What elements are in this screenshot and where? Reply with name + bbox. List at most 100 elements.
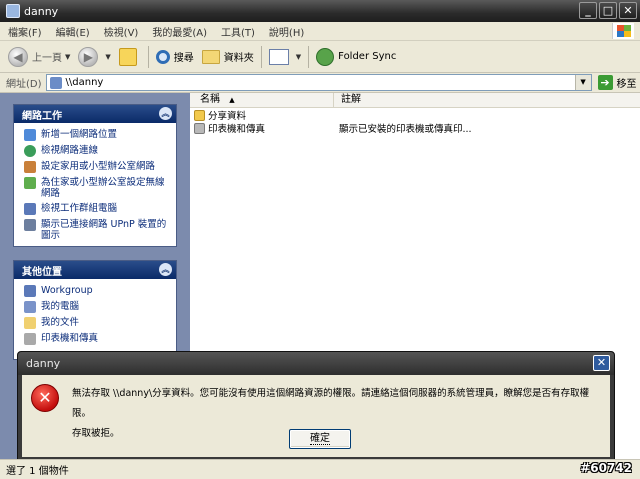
views-icon <box>268 48 289 65</box>
network-tasks-list: 新增一個網路位置 檢視網路連線 設定家用或小型辦公室網路 為住家或小型辦公室設定… <box>14 123 176 249</box>
maximize-button[interactable]: □ <box>599 2 617 19</box>
address-dropdown-button[interactable]: ▼ <box>574 75 591 90</box>
folder-sync-label: Folder Sync <box>338 51 397 62</box>
column-header-row: 名稱 ▲ 註解 <box>190 93 640 108</box>
up-folder-button[interactable] <box>115 44 145 70</box>
menu-tools[interactable]: 工具(T) <box>221 24 255 39</box>
search-label: 搜尋 <box>173 53 194 64</box>
network-connections-icon <box>24 145 36 157</box>
menu-edit[interactable]: 編輯(E) <box>56 24 90 39</box>
toolbar-divider <box>308 45 310 68</box>
toolbar-divider <box>260 45 262 68</box>
wireless-icon <box>24 177 36 189</box>
task-label: 設定家用或小型辦公室網路 <box>41 161 156 172</box>
file-name: 分享資料 <box>208 111 247 122</box>
collapse-icon[interactable]: ︽ <box>159 263 172 276</box>
task-view-workgroup[interactable]: 檢視工作群組電腦 <box>24 203 170 215</box>
toolbar-divider <box>147 45 149 68</box>
other-places-list: Workgroup 我的電腦 我的文件 印表機和傳真 <box>14 279 176 353</box>
dialog-title-bar: danny ✕ <box>18 352 614 375</box>
computer-icon <box>6 4 20 18</box>
error-icon: ✕ <box>31 384 59 412</box>
forward-button[interactable]: ▶ ▼ <box>74 44 114 70</box>
title-bar: danny _ □ ✕ <box>0 0 640 22</box>
task-setup-home-network[interactable]: 設定家用或小型辦公室網路 <box>24 161 170 173</box>
menu-favorites[interactable]: 我的最愛(A) <box>152 24 207 39</box>
workgroup-icon <box>24 285 36 297</box>
ok-button[interactable]: 確定 <box>289 429 351 449</box>
dialog-title: danny <box>26 357 61 370</box>
views-button[interactable]: ▼ <box>265 44 305 70</box>
file-row[interactable]: 印表機和傳真 顯示已安裝的印表機或傳真印... <box>194 123 634 136</box>
network-tasks-panel: 網路工作 ︽ 新增一個網路位置 檢視網路連線 設定家用或小型辦公室網路 為住家或… <box>13 104 177 247</box>
search-button[interactable]: 搜尋 <box>152 44 198 70</box>
network-place-icon <box>24 129 36 141</box>
file-name: 印表機和傳真 <box>208 124 266 135</box>
toolbar: ◀ 上一頁 ▼ ▶ ▼ 搜尋 資料夾 ▼ Folder Sync <box>0 41 640 73</box>
up-folder-icon <box>118 47 137 66</box>
folder-icon <box>201 49 220 64</box>
menu-help[interactable]: 說明(H) <box>269 24 304 39</box>
address-input[interactable]: \\danny ▼ <box>45 74 592 91</box>
menu-bar: 檔案(F) 編輯(E) 檢視(V) 我的最愛(A) 工具(T) 說明(H) <box>0 22 640 41</box>
place-label: 印表機和傳真 <box>41 333 99 344</box>
column-name-label: 名稱 <box>200 94 220 105</box>
watermark: #60742 <box>580 461 632 475</box>
window-title: danny <box>24 4 59 18</box>
place-my-documents[interactable]: 我的文件 <box>24 317 170 329</box>
go-button[interactable]: ➔ 移至 <box>597 75 637 90</box>
go-arrow-icon: ➔ <box>597 75 613 90</box>
folders-label: 資料夾 <box>223 53 254 64</box>
file-comment: 顯示已安裝的印表機或傳真印... <box>339 124 472 135</box>
computer-icon <box>49 76 62 89</box>
place-label: 我的文件 <box>41 317 80 328</box>
back-label: 上一頁 <box>32 53 62 64</box>
my-computer-icon <box>24 301 36 313</box>
task-add-network-place[interactable]: 新增一個網路位置 <box>24 129 170 141</box>
task-view-connections[interactable]: 檢視網路連線 <box>24 145 170 157</box>
collapse-icon[interactable]: ︽ <box>159 107 172 120</box>
other-places-header[interactable]: 其他位置 ︽ <box>14 261 176 279</box>
menu-view[interactable]: 檢視(V) <box>104 24 139 39</box>
sort-ascending-icon: ▲ <box>229 96 235 104</box>
file-row[interactable]: 分享資料 <box>194 110 634 123</box>
place-label: 我的電腦 <box>41 301 80 312</box>
address-value: \\danny <box>65 77 104 88</box>
go-label: 移至 <box>616 79 637 90</box>
other-places-panel: 其他位置 ︽ Workgroup 我的電腦 我的文件 印表機和傳真 <box>13 260 177 360</box>
forward-arrow-icon: ▶ <box>78 46 99 67</box>
printer-icon <box>24 333 36 345</box>
ok-label: 確定 <box>310 433 330 445</box>
place-my-computer[interactable]: 我的電腦 <box>24 301 170 313</box>
network-tasks-header[interactable]: 網路工作 ︽ <box>14 105 176 123</box>
address-label: 網址(D) <box>6 79 42 90</box>
task-label: 為住家或小型辦公室設定無線網路 <box>41 177 165 199</box>
back-button[interactable]: ◀ 上一頁 ▼ <box>4 44 74 70</box>
folder-sync-button[interactable]: Folder Sync <box>312 44 400 70</box>
printer-icon <box>194 123 205 134</box>
task-label: 檢視工作群組電腦 <box>41 203 118 214</box>
place-workgroup[interactable]: Workgroup <box>24 285 170 297</box>
menu-file[interactable]: 檔案(F) <box>8 24 42 39</box>
back-arrow-icon: ◀ <box>8 46 28 67</box>
dialog-close-button[interactable]: ✕ <box>593 355 610 371</box>
chevron-down-icon: ▼ <box>295 52 302 61</box>
place-label: Workgroup <box>41 285 93 296</box>
minimize-button[interactable]: _ <box>579 2 597 19</box>
column-name-header[interactable]: 名稱 ▲ <box>190 93 334 108</box>
upnp-device-icon <box>24 219 36 231</box>
dialog-message-line: 無法存取 \\danny\分享資料。您可能沒有使用這個網路資源的權限。請連絡這個… <box>72 388 590 419</box>
chevron-down-icon: ▼ <box>105 52 111 61</box>
close-button[interactable]: ✕ <box>619 2 637 19</box>
place-printers[interactable]: 印表機和傳真 <box>24 333 170 345</box>
task-label: 檢視網路連線 <box>41 145 99 156</box>
error-dialog: danny ✕ ✕ 無法存取 \\danny\分享資料。您可能沒有使用這個網路資… <box>17 351 615 461</box>
folders-button[interactable]: 資料夾 <box>198 44 258 70</box>
home-network-icon <box>24 161 36 173</box>
task-show-upnp[interactable]: 顯示已連接網路 UPnP 裝置的圖示 <box>24 219 170 241</box>
column-comment-header[interactable]: 註解 <box>335 93 361 108</box>
task-setup-wireless[interactable]: 為住家或小型辦公室設定無線網路 <box>24 177 170 199</box>
chevron-down-icon: ▼ <box>65 52 71 61</box>
search-icon <box>155 49 170 64</box>
dialog-body: ✕ 無法存取 \\danny\分享資料。您可能沒有使用這個網路資源的權限。請連絡… <box>22 375 610 457</box>
